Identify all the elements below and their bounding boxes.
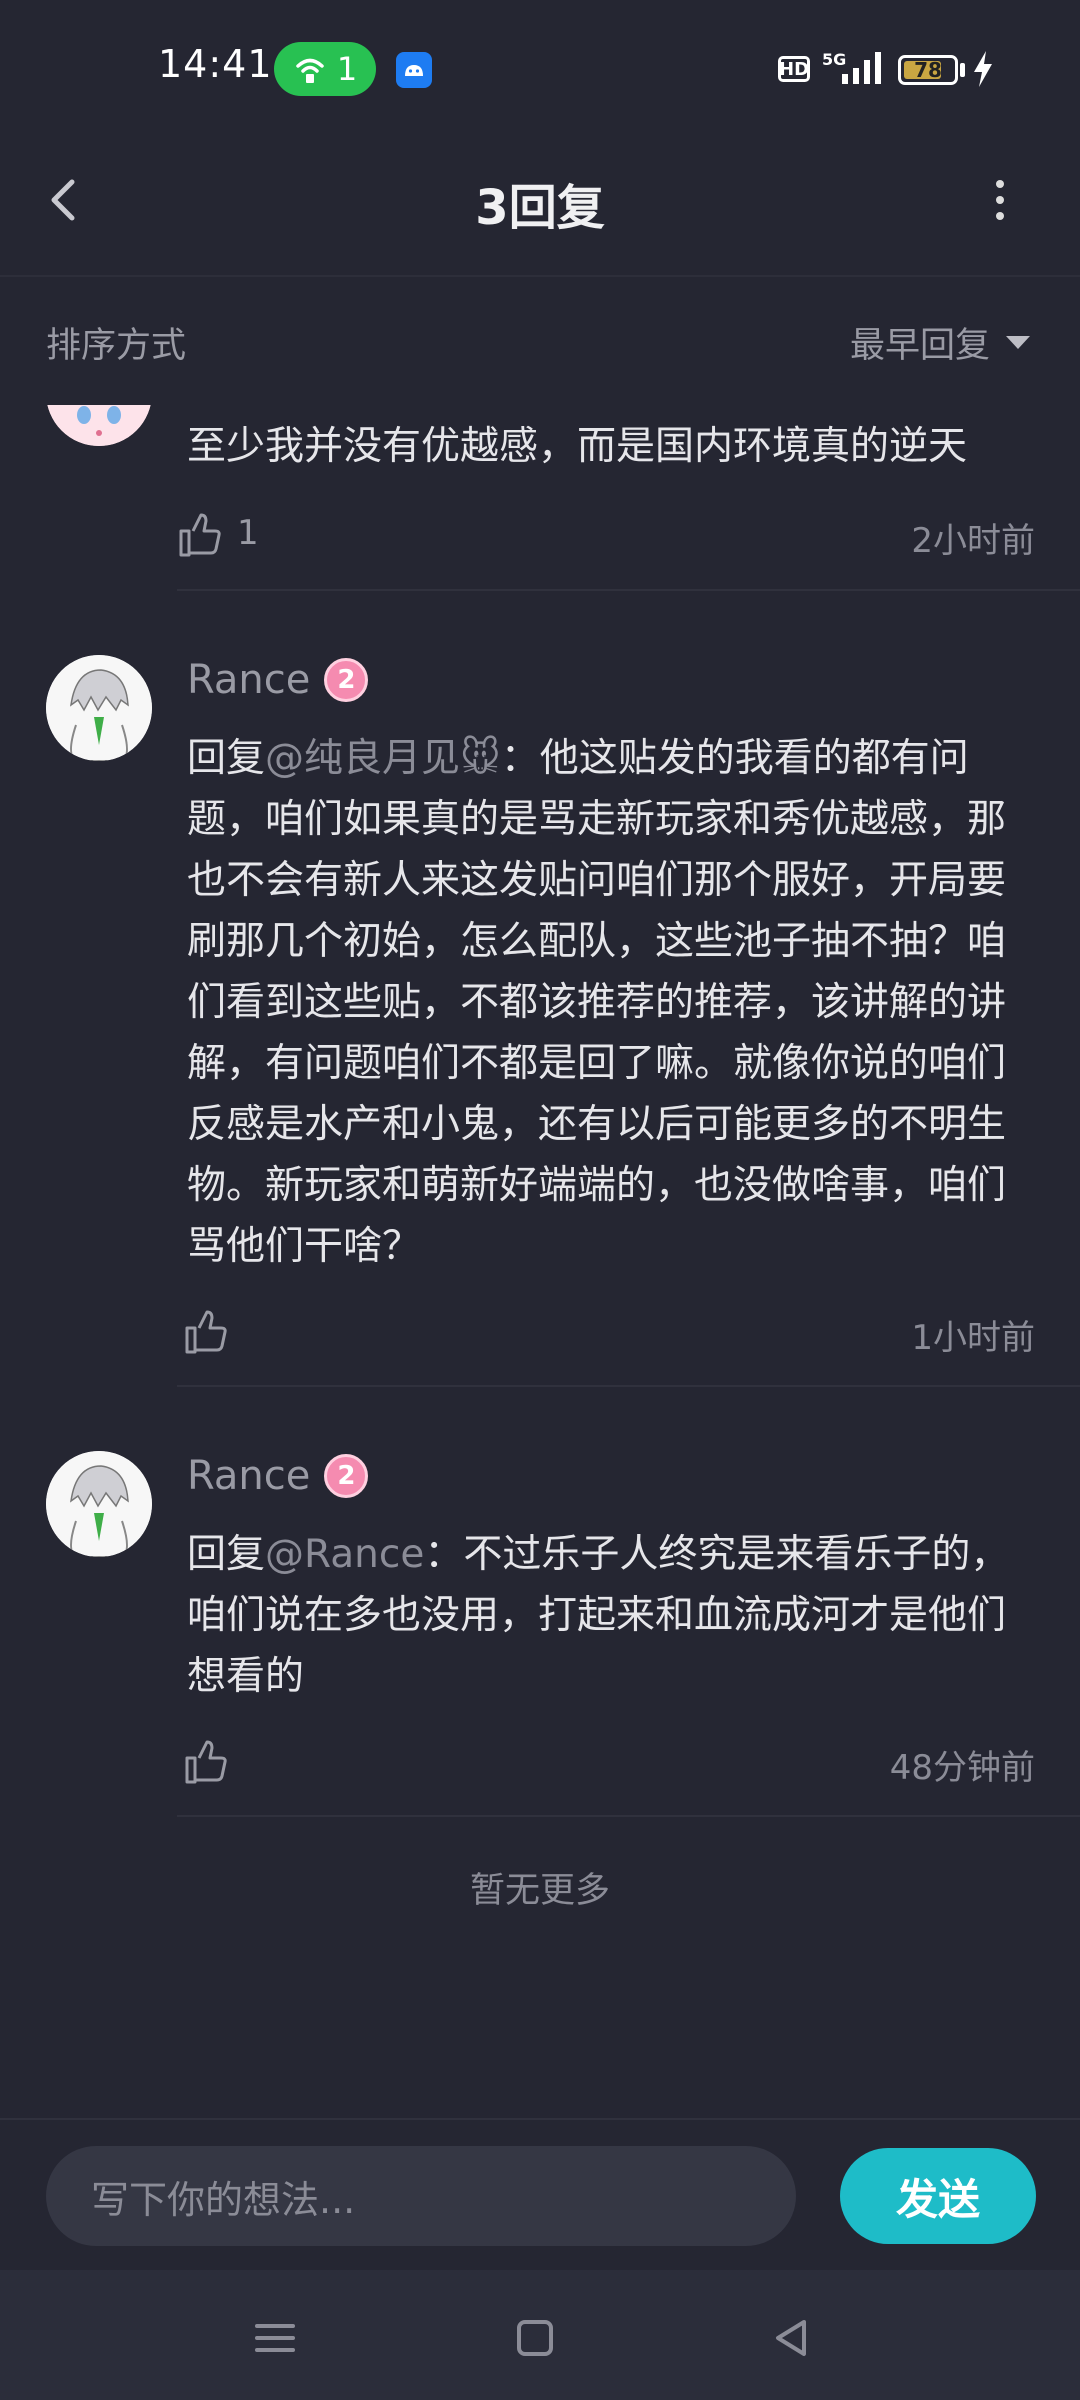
divider — [177, 589, 1080, 591]
back-button[interactable] — [30, 165, 100, 235]
level-badge: 2 — [324, 1454, 369, 1498]
level-badge: 2 — [324, 658, 369, 702]
sort-label: 排序方式 — [46, 326, 187, 366]
send-button[interactable]: 发送 — [840, 2148, 1036, 2244]
divider — [177, 1385, 1080, 1387]
comment-text: 回复@Rance：不过乐子人终究是来看乐子的，咱们说在多也没用，打起来和血流成河… — [187, 1524, 1037, 1707]
more-options-button[interactable] — [970, 165, 1030, 235]
comment-text: 至少我并没有优越感，而是国内环境真的逆天 — [187, 424, 968, 469]
reply-separator: ： — [424, 1532, 464, 1577]
avatar[interactable] — [46, 655, 152, 761]
charging-bolt-icon — [974, 51, 992, 87]
more-vert-icon — [996, 180, 1004, 188]
mention-link[interactable]: @纯良月见🐭 — [265, 736, 501, 781]
back-nav-button[interactable] — [762, 2308, 822, 2368]
mention-link[interactable]: @Rance — [265, 1532, 424, 1577]
home-square-icon — [517, 2320, 553, 2356]
battery-cap — [960, 63, 965, 77]
battery-icon: 78 — [898, 55, 958, 85]
username[interactable]: Rance 2 — [187, 657, 369, 703]
like-button[interactable] — [181, 1308, 229, 1356]
sort-row: 排序方式 最早回复 — [0, 277, 1080, 405]
more-dot — [996, 212, 1004, 220]
username-text: Rance — [187, 657, 311, 703]
avatar[interactable] — [46, 405, 152, 446]
thumb-up-icon — [185, 1310, 227, 1354]
like-button[interactable] — [175, 511, 223, 559]
avatar[interactable] — [46, 1451, 152, 1557]
no-more-text: 暂无更多 — [469, 1871, 610, 1911]
comment-text: 回复@纯良月见🐭：他这贴发的我看的都有问题，咱们如果真的是骂走新玩家和秀优越感，… — [187, 728, 1037, 1277]
reply-prefix: 回复 — [187, 736, 266, 781]
reply-prefix: 回复 — [187, 1532, 266, 1577]
android-app-icon — [396, 52, 432, 88]
sort-selected-value: 最早回复 — [850, 326, 991, 366]
username-text: Rance — [187, 1453, 311, 1499]
thumb-up-icon — [179, 513, 221, 557]
system-nav-bar — [0, 2270, 1080, 2400]
compose-bar: 写下你的想法... 发送 — [0, 2118, 1080, 2270]
status-time: 14:41 — [158, 42, 273, 86]
username[interactable]: Rance 2 — [187, 1453, 369, 1499]
comment-time: 1小时前 — [911, 1318, 1035, 1358]
sort-dropdown[interactable]: 最早回复 — [850, 317, 1031, 368]
recent-apps-button[interactable] — [245, 2308, 305, 2368]
comment-input[interactable]: 写下你的想法... — [46, 2146, 796, 2246]
comment-list: 至少我并没有优越感，而是国内环境真的逆天 1 2小时前 Rance 2 回复@纯… — [0, 405, 1080, 1905]
home-button[interactable] — [505, 2308, 565, 2368]
like-button[interactable] — [181, 1738, 229, 1786]
more-dot — [996, 196, 1004, 204]
header: 3回复 — [0, 130, 1080, 277]
back-triangle-icon — [776, 2320, 806, 2356]
comment-actions: 48分钟前 — [175, 1732, 1035, 1792]
battery-level: 78 — [914, 58, 942, 82]
signal-icon — [842, 52, 881, 84]
hd-badge: HD — [778, 56, 810, 82]
like-count: 1 — [237, 513, 259, 553]
hotspot-icon — [296, 58, 324, 83]
thumb-up-icon — [185, 1740, 227, 1784]
back-arrow-icon — [51, 179, 75, 221]
reply-body: 他这贴发的我看的都有问题，咱们如果真的是骂走新玩家和秀优越感，那也不会有新人来这… — [187, 736, 1007, 1269]
reply-separator: ： — [500, 736, 540, 781]
comment-actions: 1小时前 — [175, 1302, 1035, 1362]
page-title: 3回复 — [475, 179, 605, 236]
hotspot-indicator: 1 — [274, 42, 376, 96]
comment-actions: 1 2小时前 — [175, 505, 1035, 565]
comment-time: 48分钟前 — [889, 1748, 1035, 1788]
status-bar: 14:41 1 HD 5G 78 — [0, 0, 1080, 130]
divider — [177, 1815, 1080, 1817]
menu-icon — [255, 2324, 295, 2352]
comment-time: 2小时前 — [911, 521, 1035, 561]
caret-down-icon — [1006, 336, 1031, 349]
hotspot-count: 1 — [336, 50, 358, 88]
